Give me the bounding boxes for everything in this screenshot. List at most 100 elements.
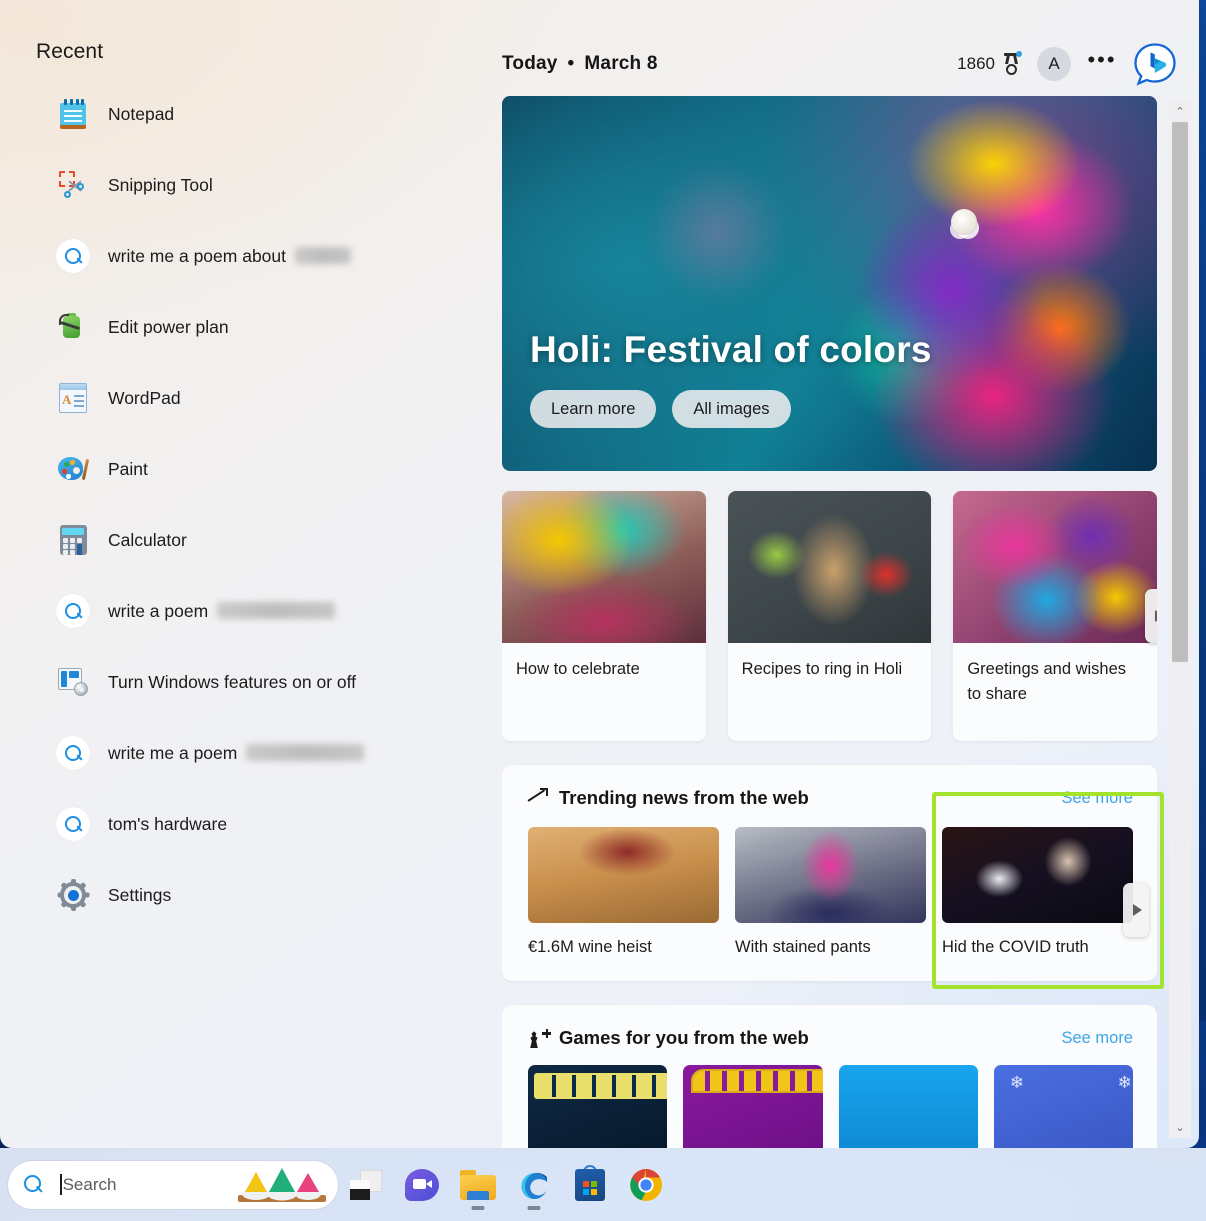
game-thumb-2[interactable] <box>683 1065 823 1148</box>
rewards-points[interactable]: 1860 <box>957 51 1022 75</box>
hero-earring-detail <box>950 208 977 235</box>
recent-item-calculator[interactable]: Calculator <box>56 516 474 564</box>
running-indicator <box>471 1206 485 1210</box>
hero-background-figure <box>619 133 817 329</box>
redacted-text <box>295 246 352 264</box>
wordpad-icon: A <box>56 381 90 415</box>
holi-colors-doodle-icon[interactable] <box>234 1163 330 1205</box>
recent-item-paint[interactable]: Paint <box>56 445 474 493</box>
redacted-text <box>217 601 336 619</box>
news-caption: Hid the COVID truth <box>942 938 1089 956</box>
card-caption: Recipes to ring in Holi <box>741 660 903 678</box>
recent-item-snipping-tool[interactable]: Snipping Tool <box>56 161 474 209</box>
edge-icon[interactable] <box>506 1157 562 1213</box>
avatar[interactable]: A <box>1037 47 1071 81</box>
related-card[interactable]: Greetings and wishes to share <box>953 491 1157 741</box>
feed-header: Today • March 8 1860 A ••• <box>502 42 1177 86</box>
carousel-next-icon[interactable] <box>1145 589 1157 643</box>
windows-features-icon <box>56 665 90 699</box>
power-plan-icon <box>56 310 90 344</box>
news-thumbnail <box>942 827 1133 923</box>
hero-title: Holi: Festival of colors <box>530 329 932 370</box>
hero-banner[interactable]: Holi: Festival of colors Learn more All … <box>502 96 1157 471</box>
related-card[interactable]: How to celebrate <box>502 491 706 741</box>
recent-item-search-query-4[interactable]: tom's hardware <box>56 800 474 848</box>
games-section: Games for you from the web See more <box>502 1005 1157 1148</box>
bing-feed-panel: Today • March 8 1860 A ••• Holi: Festiva… <box>484 0 1199 1148</box>
search-icon <box>56 594 90 628</box>
news-card[interactable]: With stained pants <box>735 827 926 959</box>
related-card[interactable]: Recipes to ring in Holi <box>727 491 932 741</box>
more-options-icon[interactable]: ••• <box>1087 49 1117 79</box>
task-view-icon[interactable] <box>338 1157 394 1213</box>
notepad-icon <box>56 97 90 131</box>
card-caption: Greetings and wishes to share <box>967 660 1127 703</box>
learn-more-button[interactable]: Learn more <box>530 390 657 428</box>
scrollbar-thumb[interactable] <box>1172 122 1188 662</box>
recent-item-label: Calculator <box>108 529 187 550</box>
trending-news-section: Trending news from the web See more €1.6… <box>502 765 1157 982</box>
trending-news-title-text: Trending news from the web <box>559 787 809 808</box>
chevron-right-icon <box>1155 610 1157 622</box>
recent-item-label: write me a poem <box>108 742 238 763</box>
recent-item-label: Paint <box>108 458 148 479</box>
recent-list-panel: Recent Notepad Snipping Tool write me a … <box>0 0 484 1148</box>
recent-item-wordpad[interactable]: A WordPad <box>56 374 474 422</box>
news-card[interactable]: Hid the COVID truth <box>942 827 1133 959</box>
chrome-icon[interactable] <box>618 1157 674 1213</box>
taskbar-search-box[interactable]: Search <box>8 1160 338 1209</box>
related-cards-carousel: How to celebrate Recipes to ring in Holi… <box>502 491 1157 741</box>
recent-item-notepad[interactable]: Notepad <box>56 90 474 138</box>
recent-item-search-query-3[interactable]: write me a poem <box>56 729 474 777</box>
scroll-up-icon[interactable]: ⌃ <box>1169 100 1191 122</box>
news-thumbnail <box>735 827 926 923</box>
feed-date: Today • March 8 <box>502 53 658 75</box>
snipping-tool-icon <box>56 168 90 202</box>
avatar-initial: A <box>1048 54 1060 73</box>
bing-chat-icon[interactable] <box>1133 42 1177 86</box>
scroll-down-icon[interactable]: ⌄ <box>1169 1116 1191 1138</box>
news-card[interactable]: €1.6M wine heist <box>528 827 719 959</box>
trending-see-more-link[interactable]: See more <box>1061 789 1133 808</box>
recent-item-label: Edit power plan <box>108 316 229 337</box>
taskbar: Search <box>0 1148 1206 1221</box>
trending-news-row: €1.6M wine heist With stained pants Hid … <box>502 809 1157 959</box>
recent-item-search-query-2[interactable]: write a poem <box>56 587 474 635</box>
news-carousel-next-icon[interactable] <box>1123 883 1149 937</box>
card-thumbnail <box>502 491 706 643</box>
search-input[interactable]: Search <box>63 1175 117 1195</box>
recent-item-search-query-1[interactable]: write me a poem about <box>56 232 474 280</box>
recent-heading: Recent <box>36 40 104 63</box>
game-thumb-4[interactable] <box>993 1065 1133 1148</box>
trending-up-icon <box>527 788 548 807</box>
recent-item-settings[interactable]: Settings <box>56 871 474 919</box>
card-thumbnail <box>727 491 932 643</box>
chat-icon[interactable] <box>394 1157 450 1213</box>
microsoft-store-icon[interactable] <box>562 1157 618 1213</box>
recent-item-windows-features[interactable]: Turn Windows features on or off <box>56 658 474 706</box>
recent-item-label: write me a poem about <box>108 245 287 266</box>
recent-item-label: Snipping Tool <box>108 174 213 195</box>
running-indicator <box>527 1206 541 1210</box>
feed-scrollbar[interactable]: ⌃ ⌄ <box>1169 100 1191 1138</box>
news-thumbnail <box>528 827 719 923</box>
today-label: Today <box>502 53 558 74</box>
feed-scroll-region: Holi: Festival of colors Learn more All … <box>502 96 1157 1148</box>
medal-icon <box>1002 51 1022 75</box>
recent-item-label: Turn Windows features on or off <box>108 671 357 692</box>
game-thumb-1[interactable] <box>528 1065 668 1148</box>
hero-actions: Learn more All images <box>530 390 791 428</box>
date-separator: • <box>567 53 575 74</box>
search-icon <box>56 239 90 273</box>
news-caption: €1.6M wine heist <box>528 938 652 956</box>
all-images-button[interactable]: All images <box>672 390 791 428</box>
hero-holi-figure <box>803 96 1157 471</box>
game-thumb-3[interactable] <box>838 1065 978 1148</box>
search-icon <box>24 1175 43 1194</box>
gear-icon <box>56 878 90 912</box>
file-explorer-icon[interactable] <box>450 1157 506 1213</box>
games-title-text: Games for you from the web <box>559 1027 809 1049</box>
news-caption: With stained pants <box>735 938 871 956</box>
games-see-more-link[interactable]: See more <box>1061 1029 1133 1048</box>
recent-item-edit-power-plan[interactable]: Edit power plan <box>56 303 474 351</box>
